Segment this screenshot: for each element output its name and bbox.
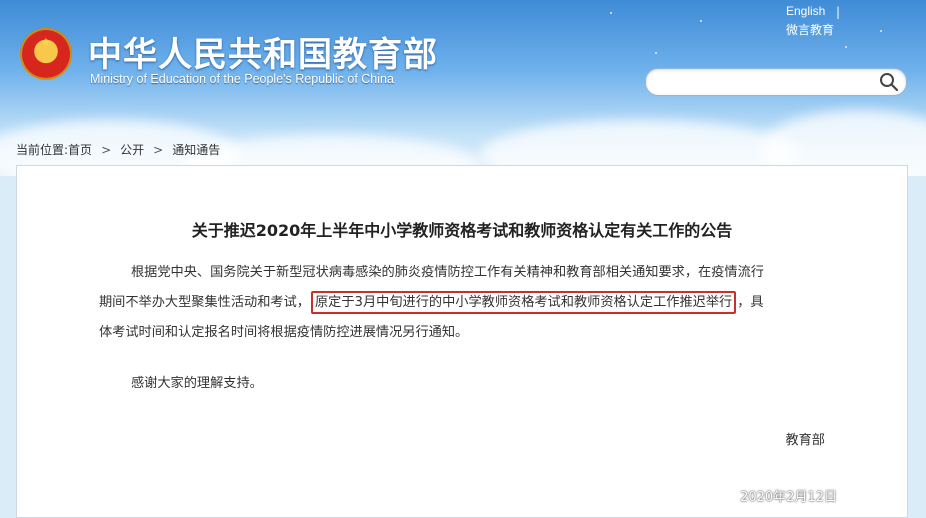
paragraph-text: 期间不举办大型聚集性活动和考试， — [99, 295, 310, 310]
search-input[interactable] — [656, 72, 880, 94]
sparkle-decoration — [610, 12, 612, 14]
breadcrumb-separator: > — [101, 143, 112, 157]
top-links: English | 微言教育 — [786, 3, 876, 39]
sparkle-decoration — [655, 52, 657, 54]
paragraph-text: ，具 — [737, 295, 764, 310]
article-panel: 关于推迟2020年上半年中小学教师资格考试和教师资格认定有关工作的公告 根据党中… — [16, 165, 908, 518]
site-subtitle: Ministry of Education of the People's Re… — [90, 72, 394, 86]
publish-date: 2020年2月12日 — [740, 490, 837, 505]
national-emblem-icon: ★ — [20, 28, 72, 80]
breadcrumb-public[interactable]: 公开 — [120, 143, 144, 157]
article-paragraph: 根据党中央、国务院关于新型冠状病毒感染的肺炎疫情防控工作有关精神和教育部相关通知… — [99, 258, 839, 348]
highlighted-text: 原定于3月中旬进行的中小学教师资格考试和教师资格认定工作推迟举行 — [311, 291, 737, 314]
sparkle-decoration — [845, 46, 847, 48]
link-divider: | — [836, 5, 841, 19]
paragraph-line: 根据党中央、国务院关于新型冠状病毒感染的肺炎疫情防控工作有关精神和教育部相关通知… — [131, 265, 764, 280]
signature: 教育部 — [785, 433, 825, 448]
sparkle-decoration — [700, 20, 702, 22]
thanks-paragraph: 感谢大家的理解支持。 — [131, 376, 263, 391]
breadcrumb-separator: > — [153, 143, 164, 157]
breadcrumb-prefix: 当前位置: — [16, 143, 69, 157]
sparkle-decoration — [880, 30, 882, 32]
breadcrumb: 当前位置:首页 > 公开 > 通知通告 — [16, 141, 220, 158]
breadcrumb-notices[interactable]: 通知通告 — [172, 143, 220, 157]
search-button[interactable] — [878, 71, 900, 93]
article-title: 关于推迟2020年上半年中小学教师资格考试和教师资格认定有关工作的公告 — [191, 221, 733, 240]
paragraph-line: 体考试时间和认定报名时间将根据疫情防控进展情况另行通知。 — [99, 325, 469, 340]
paragraph-line: 期间不举办大型聚集性活动和考试， 原定于3月中旬进行的中小学教师资格考试和教师资格… — [99, 288, 839, 318]
breadcrumb-home[interactable]: 首页 — [68, 143, 92, 157]
site-title: 中华人民共和国教育部 — [88, 35, 438, 75]
english-link[interactable]: English — [786, 3, 876, 19]
search-box — [645, 68, 907, 96]
search-icon — [880, 73, 899, 92]
weibo-link[interactable]: 微言教育 — [786, 21, 876, 39]
